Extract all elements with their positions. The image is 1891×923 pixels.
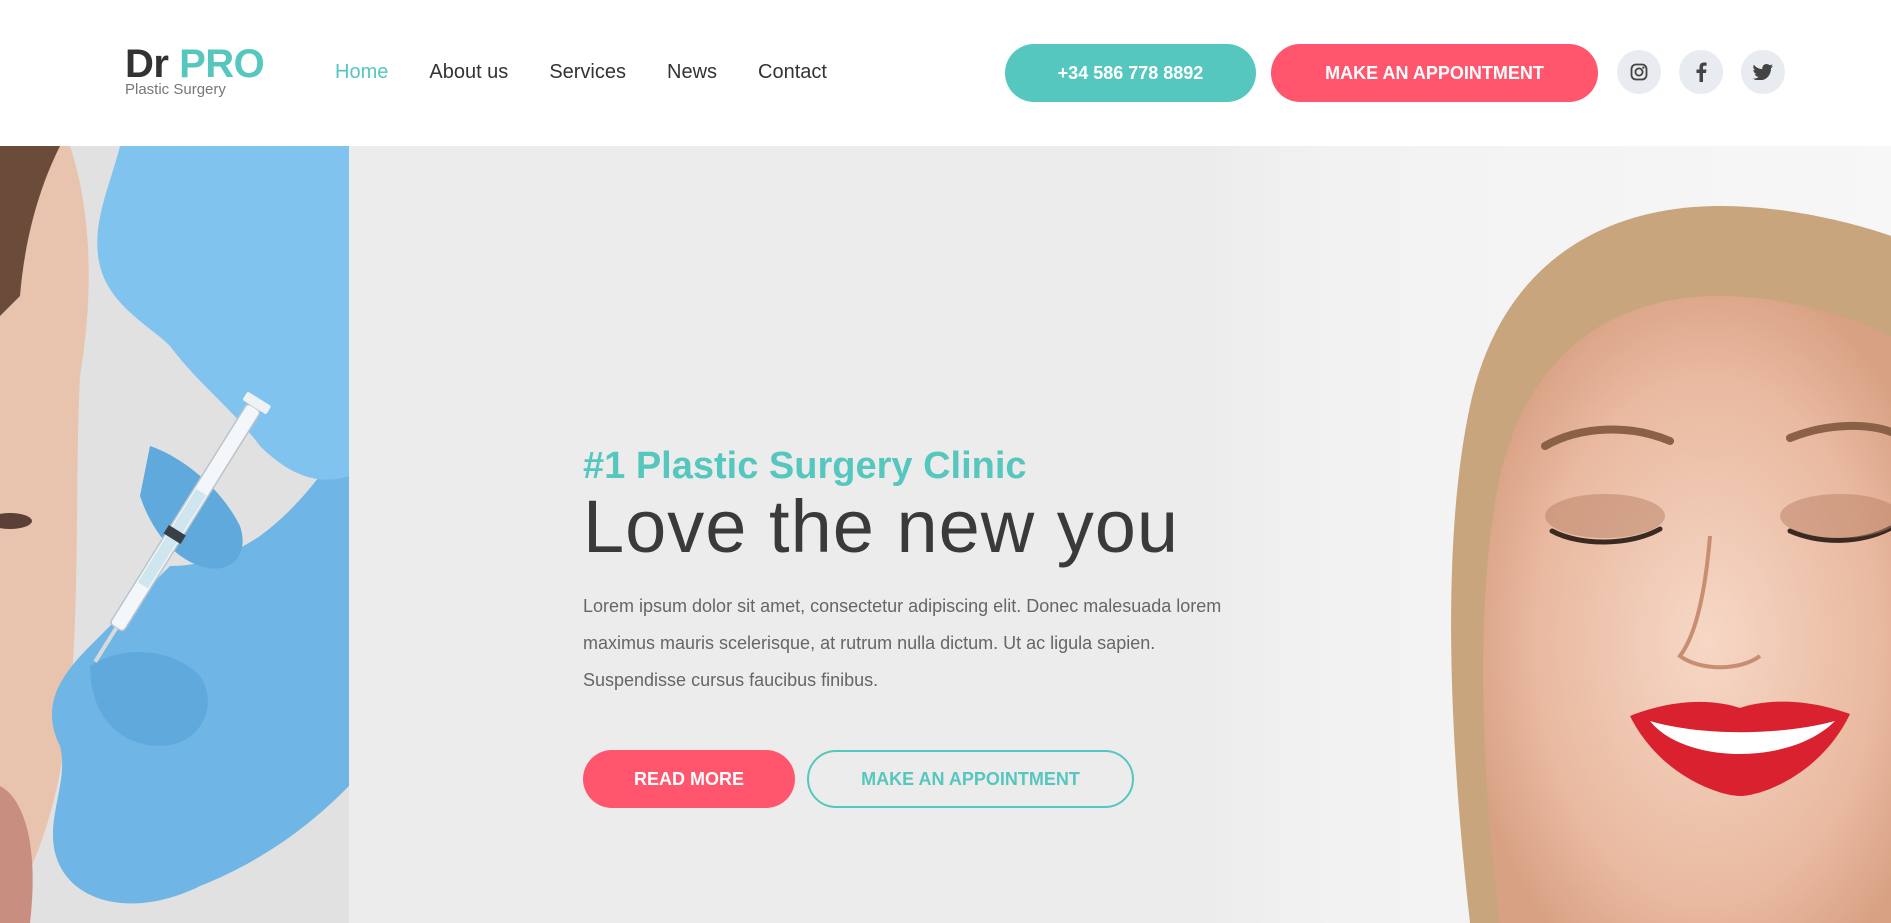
twitter-button[interactable] [1741,50,1785,94]
nav-item-contact[interactable]: Contact [758,58,827,86]
logo-wordmark: Dr PRO [125,42,265,86]
logo-primary: Dr [125,42,169,86]
site-header: Dr PRO Plastic Surgery Home About us Ser… [0,0,1891,146]
nav-item-about-us[interactable]: About us [429,58,508,86]
nav-item-news[interactable]: News [667,58,717,86]
twitter-icon [1753,64,1773,80]
facebook-icon [1696,62,1707,82]
logo-accent: PRO [179,42,265,86]
instagram-button[interactable] [1617,50,1661,94]
read-more-button[interactable]: READ MORE [583,750,795,808]
site-logo[interactable]: Dr PRO Plastic Surgery [125,42,265,98]
header-appointment-button[interactable]: MAKE AN APPOINTMENT [1271,44,1598,102]
hero-section: #1 Plastic Surgery Clinic Love the new y… [0,146,1891,923]
nav-item-services[interactable]: Services [549,58,626,86]
instagram-icon [1630,63,1648,81]
hero-content: #1 Plastic Surgery Clinic Love the new y… [583,444,1303,808]
injection-procedure-photo [0,146,349,923]
phone-button[interactable]: +34 586 778 8892 [1005,44,1256,102]
smiling-woman-photo [1200,146,1891,923]
hero-headline: Love the new you [583,485,1180,568]
main-nav: Home About us Services News Contact [335,58,868,86]
facebook-button[interactable] [1679,50,1723,94]
hero-tagline: #1 Plastic Surgery Clinic [583,445,1027,487]
hero-buttons: READ MORE MAKE AN APPOINTMENT [583,750,1303,808]
social-links [1617,50,1785,94]
hero-description: Lorem ipsum dolor sit amet, consectetur … [583,596,1222,690]
nav-item-home[interactable]: Home [335,58,388,86]
hero-appointment-button[interactable]: MAKE AN APPOINTMENT [807,750,1134,808]
